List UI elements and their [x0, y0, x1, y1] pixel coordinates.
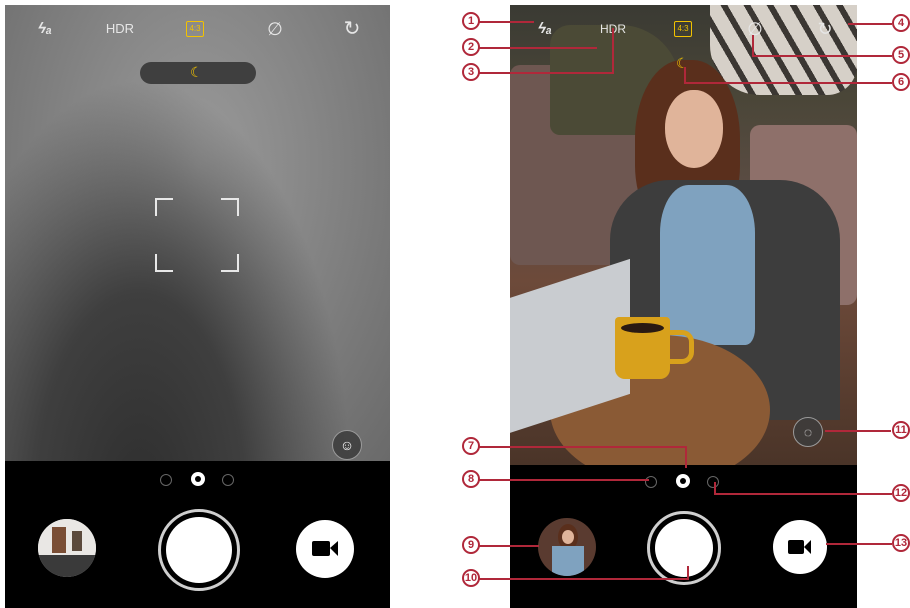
face-icon[interactable]: ☺: [332, 430, 362, 460]
timer-off-icon[interactable]: ∅: [745, 17, 765, 41]
switch-camera-icon[interactable]: ↻: [814, 17, 836, 41]
flash-auto-icon[interactable]: ϟₐ: [35, 17, 55, 41]
callout-6: 6: [892, 73, 910, 91]
callout-10: 10: [462, 569, 480, 587]
callout-3: 3: [462, 63, 480, 81]
panorama-mode-icon[interactable]: [645, 476, 657, 488]
bottom-controls-photo: [510, 465, 857, 608]
aspect-ratio-button[interactable]: 4:3: [674, 21, 692, 37]
top-toolbar-photo: ϟₐ HDR 4:3 ∅ ↻: [510, 17, 857, 41]
hdr-toggle[interactable]: HDR: [103, 17, 137, 41]
video-camera-icon: [788, 540, 804, 554]
switch-camera-icon[interactable]: ↻: [340, 17, 364, 41]
callout-5: 5: [892, 46, 910, 64]
bottom-controls: [5, 461, 390, 608]
panorama-mode-icon[interactable]: [160, 474, 172, 486]
shutter-button[interactable]: [158, 509, 240, 591]
callout-7: 7: [462, 437, 480, 455]
aspect-ratio-button[interactable]: 4:3: [186, 21, 204, 37]
video-record-button[interactable]: [773, 520, 827, 574]
moon-icon: ☾: [676, 55, 689, 71]
viewfinder[interactable]: ϟₐ HDR 4:3 ∅ ↻ ☾ ☺: [5, 5, 390, 461]
video-record-button[interactable]: [296, 520, 354, 578]
mode-switcher: [160, 472, 240, 486]
face: [665, 90, 723, 168]
callout-11: 11: [892, 421, 910, 439]
video-camera-icon: [312, 541, 330, 556]
gallery-thumbnail[interactable]: [38, 519, 96, 577]
callout-4: 4: [892, 14, 910, 32]
night-mode-indicator[interactable]: ☾: [140, 62, 256, 84]
callout-2: 2: [462, 38, 480, 56]
gallery-thumbnail[interactable]: [538, 518, 596, 576]
photo-mode-icon[interactable]: [191, 472, 205, 486]
callout-1: 1: [462, 12, 480, 30]
photo-mode-icon[interactable]: [676, 474, 690, 488]
lens-icon[interactable]: ◌: [793, 417, 823, 447]
callout-13: 13: [892, 534, 910, 552]
top-toolbar: ϟₐ HDR 4:3 ∅ ↻: [5, 17, 390, 41]
flash-auto-icon[interactable]: ϟₐ: [535, 17, 555, 41]
callout-8: 8: [462, 470, 480, 488]
shirt: [660, 185, 755, 345]
mode-switcher: [645, 474, 725, 488]
mug: [615, 317, 670, 379]
camera-screen-photo: ϟₐ HDR 4:3 ∅ ↻ ☾ ◌: [510, 5, 857, 608]
moon-icon: ☾: [190, 64, 203, 80]
focus-frame: [155, 198, 239, 272]
shutter-button[interactable]: [647, 511, 721, 585]
pro-mode-icon[interactable]: [222, 474, 234, 486]
camera-screen-night: ϟₐ HDR 4:3 ∅ ↻ ☾ ☺: [5, 5, 390, 608]
timer-off-icon[interactable]: ∅: [265, 17, 285, 41]
pro-mode-icon[interactable]: [707, 476, 719, 488]
callout-12: 12: [892, 484, 910, 502]
callout-9: 9: [462, 536, 480, 554]
